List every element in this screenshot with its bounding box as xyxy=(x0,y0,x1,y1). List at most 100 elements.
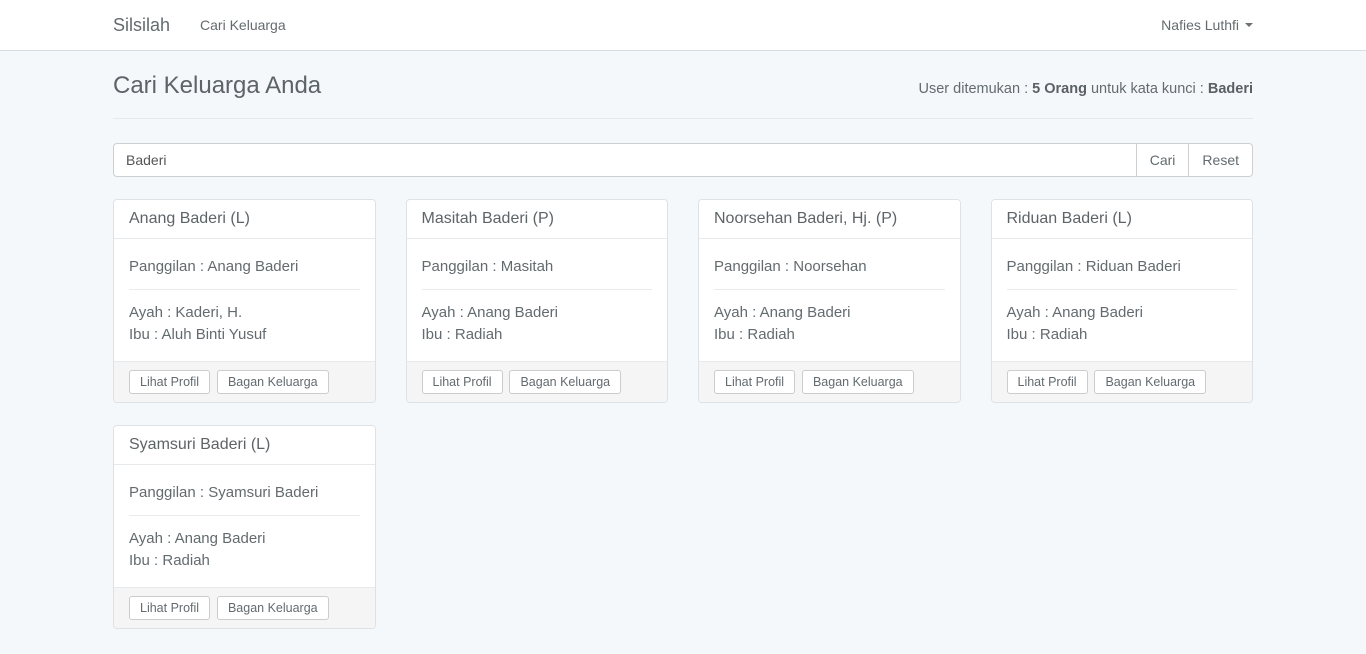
person-mother-line: Ibu : Aluh Binti Yusuf xyxy=(129,324,360,346)
bagan-keluarga-button[interactable]: Bagan Keluarga xyxy=(1094,370,1206,394)
result-summary-prefix: User ditemukan : xyxy=(919,81,1033,97)
person-card-body: Panggilan : Riduan Baderi Ayah : Anang B… xyxy=(992,239,1253,361)
bagan-keluarga-button[interactable]: Bagan Keluarga xyxy=(509,370,621,394)
person-mother-line: Ibu : Radiah xyxy=(129,550,360,572)
person-nickname-line: Panggilan : Masitah xyxy=(422,256,653,277)
person-card-column: Anang Baderi (L) Panggilan : Anang Bader… xyxy=(98,199,391,403)
father-value: Anang Baderi xyxy=(760,304,851,321)
person-mother-line: Ibu : Radiah xyxy=(422,324,653,346)
person-card-column: Noorsehan Baderi, Hj. (P) Panggilan : No… xyxy=(683,199,976,403)
person-name: Anang Baderi (L) xyxy=(114,200,375,239)
main-content: Cari Keluarga Anda User ditemukan : 5 Or… xyxy=(98,72,1268,651)
person-card-body: Panggilan : Noorsehan Ayah : Anang Bader… xyxy=(699,239,960,361)
nickname-label: Panggilan : xyxy=(422,258,501,275)
person-mother-line: Ibu : Radiah xyxy=(1007,324,1238,346)
result-count: 5 Orang xyxy=(1032,81,1087,97)
cari-button[interactable]: Cari xyxy=(1136,143,1190,177)
person-card: Riduan Baderi (L) Panggilan : Riduan Bad… xyxy=(991,199,1254,403)
person-card-body: Panggilan : Masitah Ayah : Anang Baderi … xyxy=(407,239,668,361)
lihat-profil-button[interactable]: Lihat Profil xyxy=(129,596,210,620)
result-summary: User ditemukan : 5 Orang untuk kata kunc… xyxy=(919,81,1253,97)
lihat-profil-button[interactable]: Lihat Profil xyxy=(1007,370,1088,394)
card-divider xyxy=(422,289,653,290)
bagan-keluarga-button[interactable]: Bagan Keluarga xyxy=(802,370,914,394)
nickname-label: Panggilan : xyxy=(714,258,793,275)
person-father-line: Ayah : Anang Baderi xyxy=(422,302,653,324)
person-nickname-line: Panggilan : Noorsehan xyxy=(714,256,945,277)
person-card-column: Riduan Baderi (L) Panggilan : Riduan Bad… xyxy=(976,199,1269,403)
search-form: Cari Reset xyxy=(113,143,1253,177)
person-nickname-line: Panggilan : Riduan Baderi xyxy=(1007,256,1238,277)
person-nickname-line: Panggilan : Syamsuri Baderi xyxy=(129,482,360,503)
person-card-footer: Lihat Profil Bagan Keluarga xyxy=(992,361,1253,402)
mother-label: Ibu : xyxy=(129,552,162,569)
nickname-value: Anang Baderi xyxy=(207,258,298,275)
person-card-footer: Lihat Profil Bagan Keluarga xyxy=(114,361,375,402)
person-card-body: Panggilan : Anang Baderi Ayah : Kaderi, … xyxy=(114,239,375,361)
card-divider xyxy=(129,515,360,516)
nickname-value: Syamsuri Baderi xyxy=(208,484,318,501)
caret-down-icon xyxy=(1245,23,1253,27)
person-name: Noorsehan Baderi, Hj. (P) xyxy=(699,200,960,239)
person-name: Masitah Baderi (P) xyxy=(407,200,668,239)
father-label: Ayah : xyxy=(1007,304,1053,321)
person-card-column: Syamsuri Baderi (L) Panggilan : Syamsuri… xyxy=(98,425,391,629)
user-dropdown[interactable]: Nafies Luthfi xyxy=(1161,17,1253,33)
person-father-line: Ayah : Anang Baderi xyxy=(129,528,360,550)
nav-item-cari-keluarga[interactable]: Cari Keluarga xyxy=(200,17,286,33)
person-card-footer: Lihat Profil Bagan Keluarga xyxy=(407,361,668,402)
nickname-value: Noorsehan xyxy=(793,258,866,275)
person-name: Riduan Baderi (L) xyxy=(992,200,1253,239)
mother-label: Ibu : xyxy=(1007,326,1040,343)
person-card: Masitah Baderi (P) Panggilan : Masitah A… xyxy=(406,199,669,403)
person-nickname-line: Panggilan : Anang Baderi xyxy=(129,256,360,277)
person-name: Syamsuri Baderi (L) xyxy=(114,426,375,465)
person-card: Anang Baderi (L) Panggilan : Anang Bader… xyxy=(113,199,376,403)
father-label: Ayah : xyxy=(129,304,175,321)
page-header: Cari Keluarga Anda User ditemukan : 5 Or… xyxy=(113,72,1253,119)
father-value: Kaderi, H. xyxy=(175,304,242,321)
father-value: Anang Baderi xyxy=(175,530,266,547)
mother-value: Radiah xyxy=(747,326,795,343)
lihat-profil-button[interactable]: Lihat Profil xyxy=(714,370,795,394)
person-father-line: Ayah : Anang Baderi xyxy=(714,302,945,324)
person-card-footer: Lihat Profil Bagan Keluarga xyxy=(114,587,375,628)
person-cards-grid: Anang Baderi (L) Panggilan : Anang Bader… xyxy=(98,199,1268,651)
card-divider xyxy=(1007,289,1238,290)
reset-button[interactable]: Reset xyxy=(1188,143,1253,177)
bagan-keluarga-button[interactable]: Bagan Keluarga xyxy=(217,370,329,394)
father-label: Ayah : xyxy=(422,304,468,321)
page-title: Cari Keluarga Anda xyxy=(113,72,321,100)
father-label: Ayah : xyxy=(129,530,175,547)
mother-label: Ibu : xyxy=(129,326,162,343)
search-input[interactable] xyxy=(113,143,1137,177)
lihat-profil-button[interactable]: Lihat Profil xyxy=(129,370,210,394)
mother-value: Radiah xyxy=(455,326,503,343)
result-summary-middle: untuk kata kunci : xyxy=(1087,81,1208,97)
person-card: Syamsuri Baderi (L) Panggilan : Syamsuri… xyxy=(113,425,376,629)
father-label: Ayah : xyxy=(714,304,760,321)
user-dropdown-label: Nafies Luthfi xyxy=(1161,17,1239,33)
mother-value: Aluh Binti Yusuf xyxy=(162,326,267,343)
nickname-label: Panggilan : xyxy=(129,258,207,275)
person-card-body: Panggilan : Syamsuri Baderi Ayah : Anang… xyxy=(114,465,375,587)
brand-link[interactable]: Silsilah xyxy=(113,15,170,36)
mother-value: Radiah xyxy=(1040,326,1088,343)
bagan-keluarga-button[interactable]: Bagan Keluarga xyxy=(217,596,329,620)
card-divider xyxy=(129,289,360,290)
mother-label: Ibu : xyxy=(422,326,455,343)
father-value: Anang Baderi xyxy=(467,304,558,321)
nickname-label: Panggilan : xyxy=(1007,258,1086,275)
person-card: Noorsehan Baderi, Hj. (P) Panggilan : No… xyxy=(698,199,961,403)
person-father-line: Ayah : Anang Baderi xyxy=(1007,302,1238,324)
nickname-label: Panggilan : xyxy=(129,484,208,501)
father-value: Anang Baderi xyxy=(1052,304,1143,321)
nickname-value: Masitah xyxy=(501,258,554,275)
lihat-profil-button[interactable]: Lihat Profil xyxy=(422,370,503,394)
mother-value: Radiah xyxy=(162,552,210,569)
result-keyword: Baderi xyxy=(1208,81,1253,97)
person-card-column: Masitah Baderi (P) Panggilan : Masitah A… xyxy=(391,199,684,403)
person-mother-line: Ibu : Radiah xyxy=(714,324,945,346)
card-divider xyxy=(714,289,945,290)
mother-label: Ibu : xyxy=(714,326,747,343)
